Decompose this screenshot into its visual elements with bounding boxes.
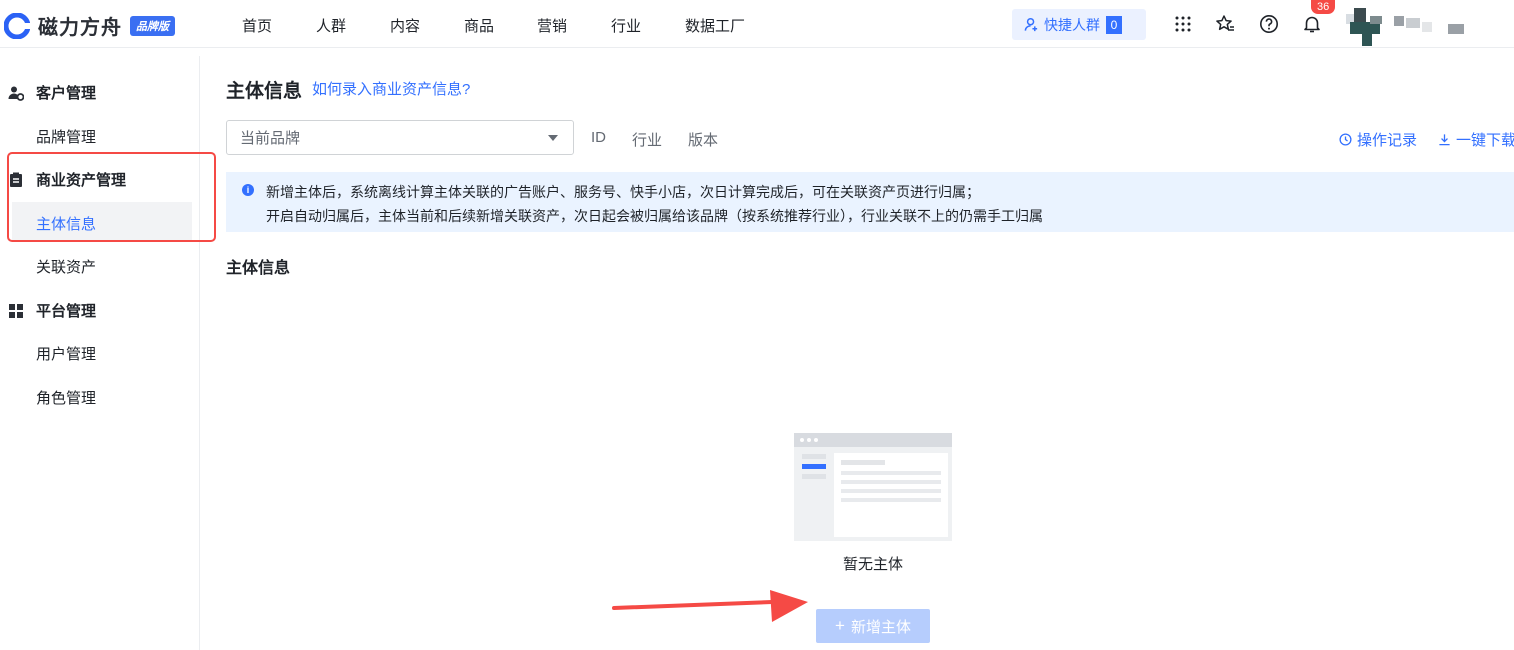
- empty-state-text: 暂无主体: [843, 556, 904, 573]
- add-entity-label: 新增主体: [850, 618, 911, 636]
- menu-item-home[interactable]: 首页: [242, 15, 272, 36]
- annotation-highlight-box: [7, 152, 216, 242]
- sidebar: 客户管理 品牌管理 商业资产管理 主体信息 关联资产 平台管理 用户管理 角色管…: [0, 56, 200, 650]
- page-title: 主体信息: [226, 81, 303, 102]
- help-link[interactable]: 如何录入商业资产信息?: [312, 78, 470, 99]
- menu-item-industry[interactable]: 行业: [611, 15, 641, 36]
- history-label: 操作记录: [1357, 132, 1418, 149]
- sidebar-item-brand[interactable]: 品牌管理: [36, 126, 96, 147]
- menu-item-content[interactable]: 内容: [390, 15, 420, 36]
- sidebar-group-label: 客户管理: [36, 85, 97, 102]
- menu-item-marketing[interactable]: 营销: [537, 15, 567, 36]
- quick-crowd-label: 快捷人群: [1044, 16, 1100, 33]
- notice-line: 新增主体后，系统离线计算主体关联的广告账户、服务号、快手小店，次日计算完成后，可…: [266, 184, 980, 200]
- brand-select[interactable]: 当前品牌: [226, 120, 574, 155]
- username-blurred: [1394, 16, 1464, 34]
- logo[interactable]: 磁力方舟 品牌版: [4, 11, 175, 40]
- grid-icon: [9, 303, 23, 318]
- section-title: 主体信息: [226, 260, 291, 277]
- customer-icon: [8, 86, 24, 101]
- menu-item-data-factory[interactable]: 数据工厂: [685, 15, 745, 36]
- help-icon[interactable]: [1259, 14, 1279, 34]
- logo-icon: [4, 12, 30, 39]
- avatar[interactable]: [1346, 6, 1386, 46]
- bell-icon[interactable]: [1302, 14, 1322, 34]
- download-icon: [1439, 134, 1450, 146]
- add-entity-button[interactable]: + 新增主体: [816, 609, 930, 643]
- sidebar-item-linked-assets[interactable]: 关联资产: [36, 256, 96, 277]
- user-add-icon: [1024, 17, 1038, 32]
- edition-badge: 品牌版: [130, 15, 175, 36]
- info-notice: i 新增主体后，系统离线计算主体关联的广告账户、服务号、快手小店，次日计算完成后…: [226, 172, 1514, 232]
- apps-grid-icon[interactable]: [1173, 14, 1193, 34]
- top-nav: 磁力方舟 品牌版 首页 人群 内容 商品 营销 行业 数据工厂 快捷人群 0 3…: [0, 0, 1514, 48]
- annotation-arrow: [612, 590, 808, 622]
- main-content: 主体信息 如何录入商业资产信息? 当前品牌 ID 行业 版本 操作记录 一键下载…: [226, 56, 1514, 650]
- menu-item-goods[interactable]: 商品: [464, 15, 494, 36]
- download-button[interactable]: 一键下载: [1438, 129, 1514, 150]
- quick-crowd-button[interactable]: 快捷人群 0: [1012, 9, 1146, 40]
- sidebar-item-users[interactable]: 用户管理: [36, 343, 96, 364]
- sidebar-group-customer[interactable]: 客户管理: [8, 82, 96, 103]
- filter-version[interactable]: 版本: [688, 129, 718, 150]
- notice-line: 开启自动归属后，主体当前和后续新增关联资产，次日起会被归属给该品牌（按系统推荐行…: [266, 208, 1043, 224]
- plus-icon: +: [835, 616, 845, 635]
- download-label: 一键下载: [1456, 132, 1514, 149]
- brand-select-placeholder: 当前品牌: [240, 130, 301, 147]
- caret-down-icon: [548, 135, 558, 141]
- info-icon: i: [242, 184, 254, 196]
- sidebar-group-platform[interactable]: 平台管理: [8, 300, 96, 321]
- notification-badge: 36: [1311, 0, 1336, 14]
- star-list-icon[interactable]: [1215, 14, 1235, 34]
- sidebar-item-roles[interactable]: 角色管理: [36, 387, 96, 408]
- clock-icon: [1339, 133, 1352, 146]
- filter-industry[interactable]: 行业: [632, 129, 662, 150]
- filter-id[interactable]: ID: [591, 129, 606, 146]
- app-name: 磁力方舟: [38, 17, 122, 39]
- sidebar-group-label: 平台管理: [36, 303, 97, 320]
- empty-state-illustration: [794, 433, 952, 541]
- menu-item-crowd[interactable]: 人群: [316, 15, 346, 36]
- quick-crowd-count: 0: [1106, 15, 1122, 34]
- history-button[interactable]: 操作记录: [1339, 129, 1417, 150]
